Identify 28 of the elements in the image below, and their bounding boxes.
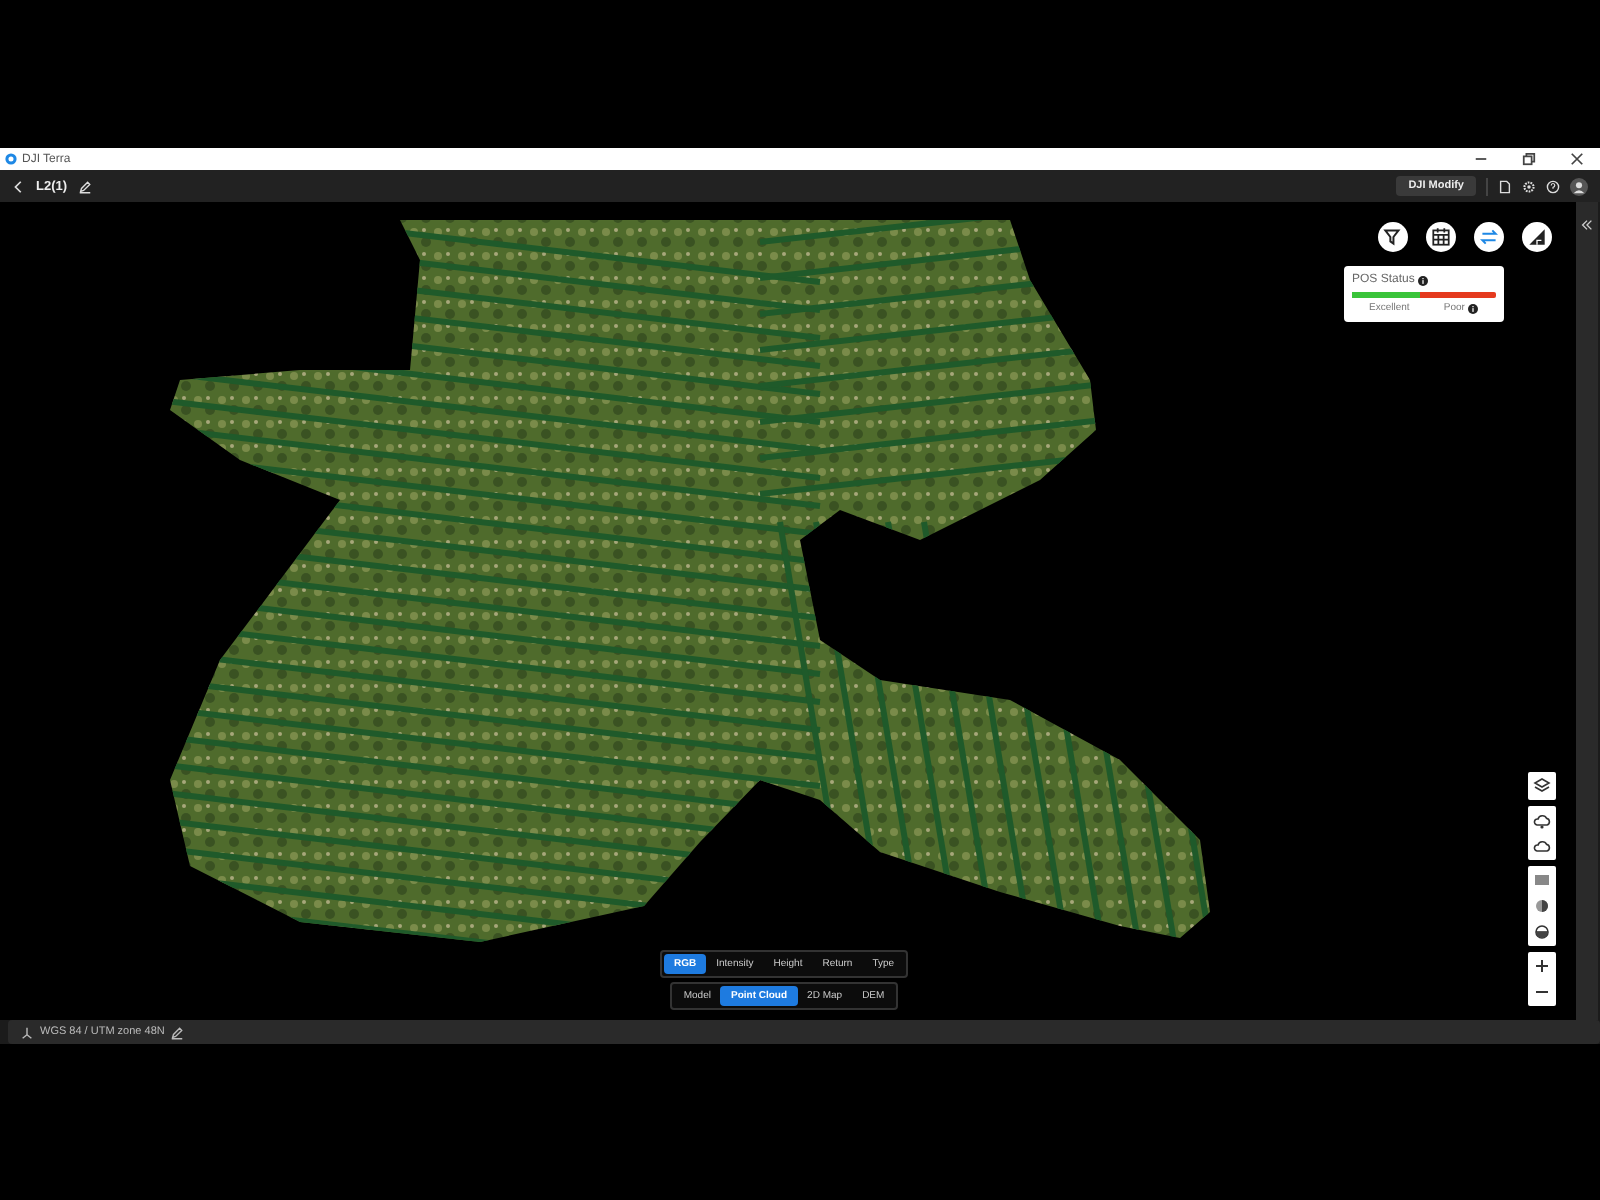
pos-quality-bar [1352, 292, 1496, 298]
grid-tool-button[interactable] [1426, 222, 1456, 252]
ruler-tool-button[interactable] [1522, 222, 1552, 252]
swap-tool-button[interactable] [1474, 222, 1504, 252]
back-icon[interactable] [12, 179, 26, 193]
filter-tool-button[interactable] [1378, 222, 1408, 252]
filter-icon [1382, 226, 1404, 248]
info-icon[interactable] [1418, 275, 1429, 285]
sphere-icon[interactable] [1532, 896, 1552, 916]
cloud-icon[interactable] [1532, 810, 1552, 830]
arrows-icon [1478, 226, 1500, 248]
cloud-icon[interactable] [1532, 836, 1552, 856]
expand-icon[interactable] [1580, 218, 1594, 232]
help-icon[interactable] [1546, 179, 1560, 193]
minimize-icon[interactable] [1474, 152, 1488, 166]
close-icon[interactable] [1570, 152, 1584, 166]
restore-icon[interactable] [1522, 152, 1536, 166]
coordinate-icon [20, 1025, 34, 1039]
settings-icon[interactable] [1522, 179, 1536, 193]
triangle-ruler-icon [1526, 226, 1548, 248]
globe-icon[interactable] [1532, 922, 1552, 942]
edit-icon[interactable] [77, 179, 92, 193]
info-icon[interactable] [1468, 303, 1479, 313]
edit-icon[interactable] [170, 1025, 185, 1039]
zoom-in-icon[interactable] [1532, 956, 1552, 976]
document-icon[interactable] [1498, 179, 1512, 193]
calendar-grid-icon [1430, 226, 1452, 248]
avatar-icon[interactable] [1570, 177, 1588, 195]
